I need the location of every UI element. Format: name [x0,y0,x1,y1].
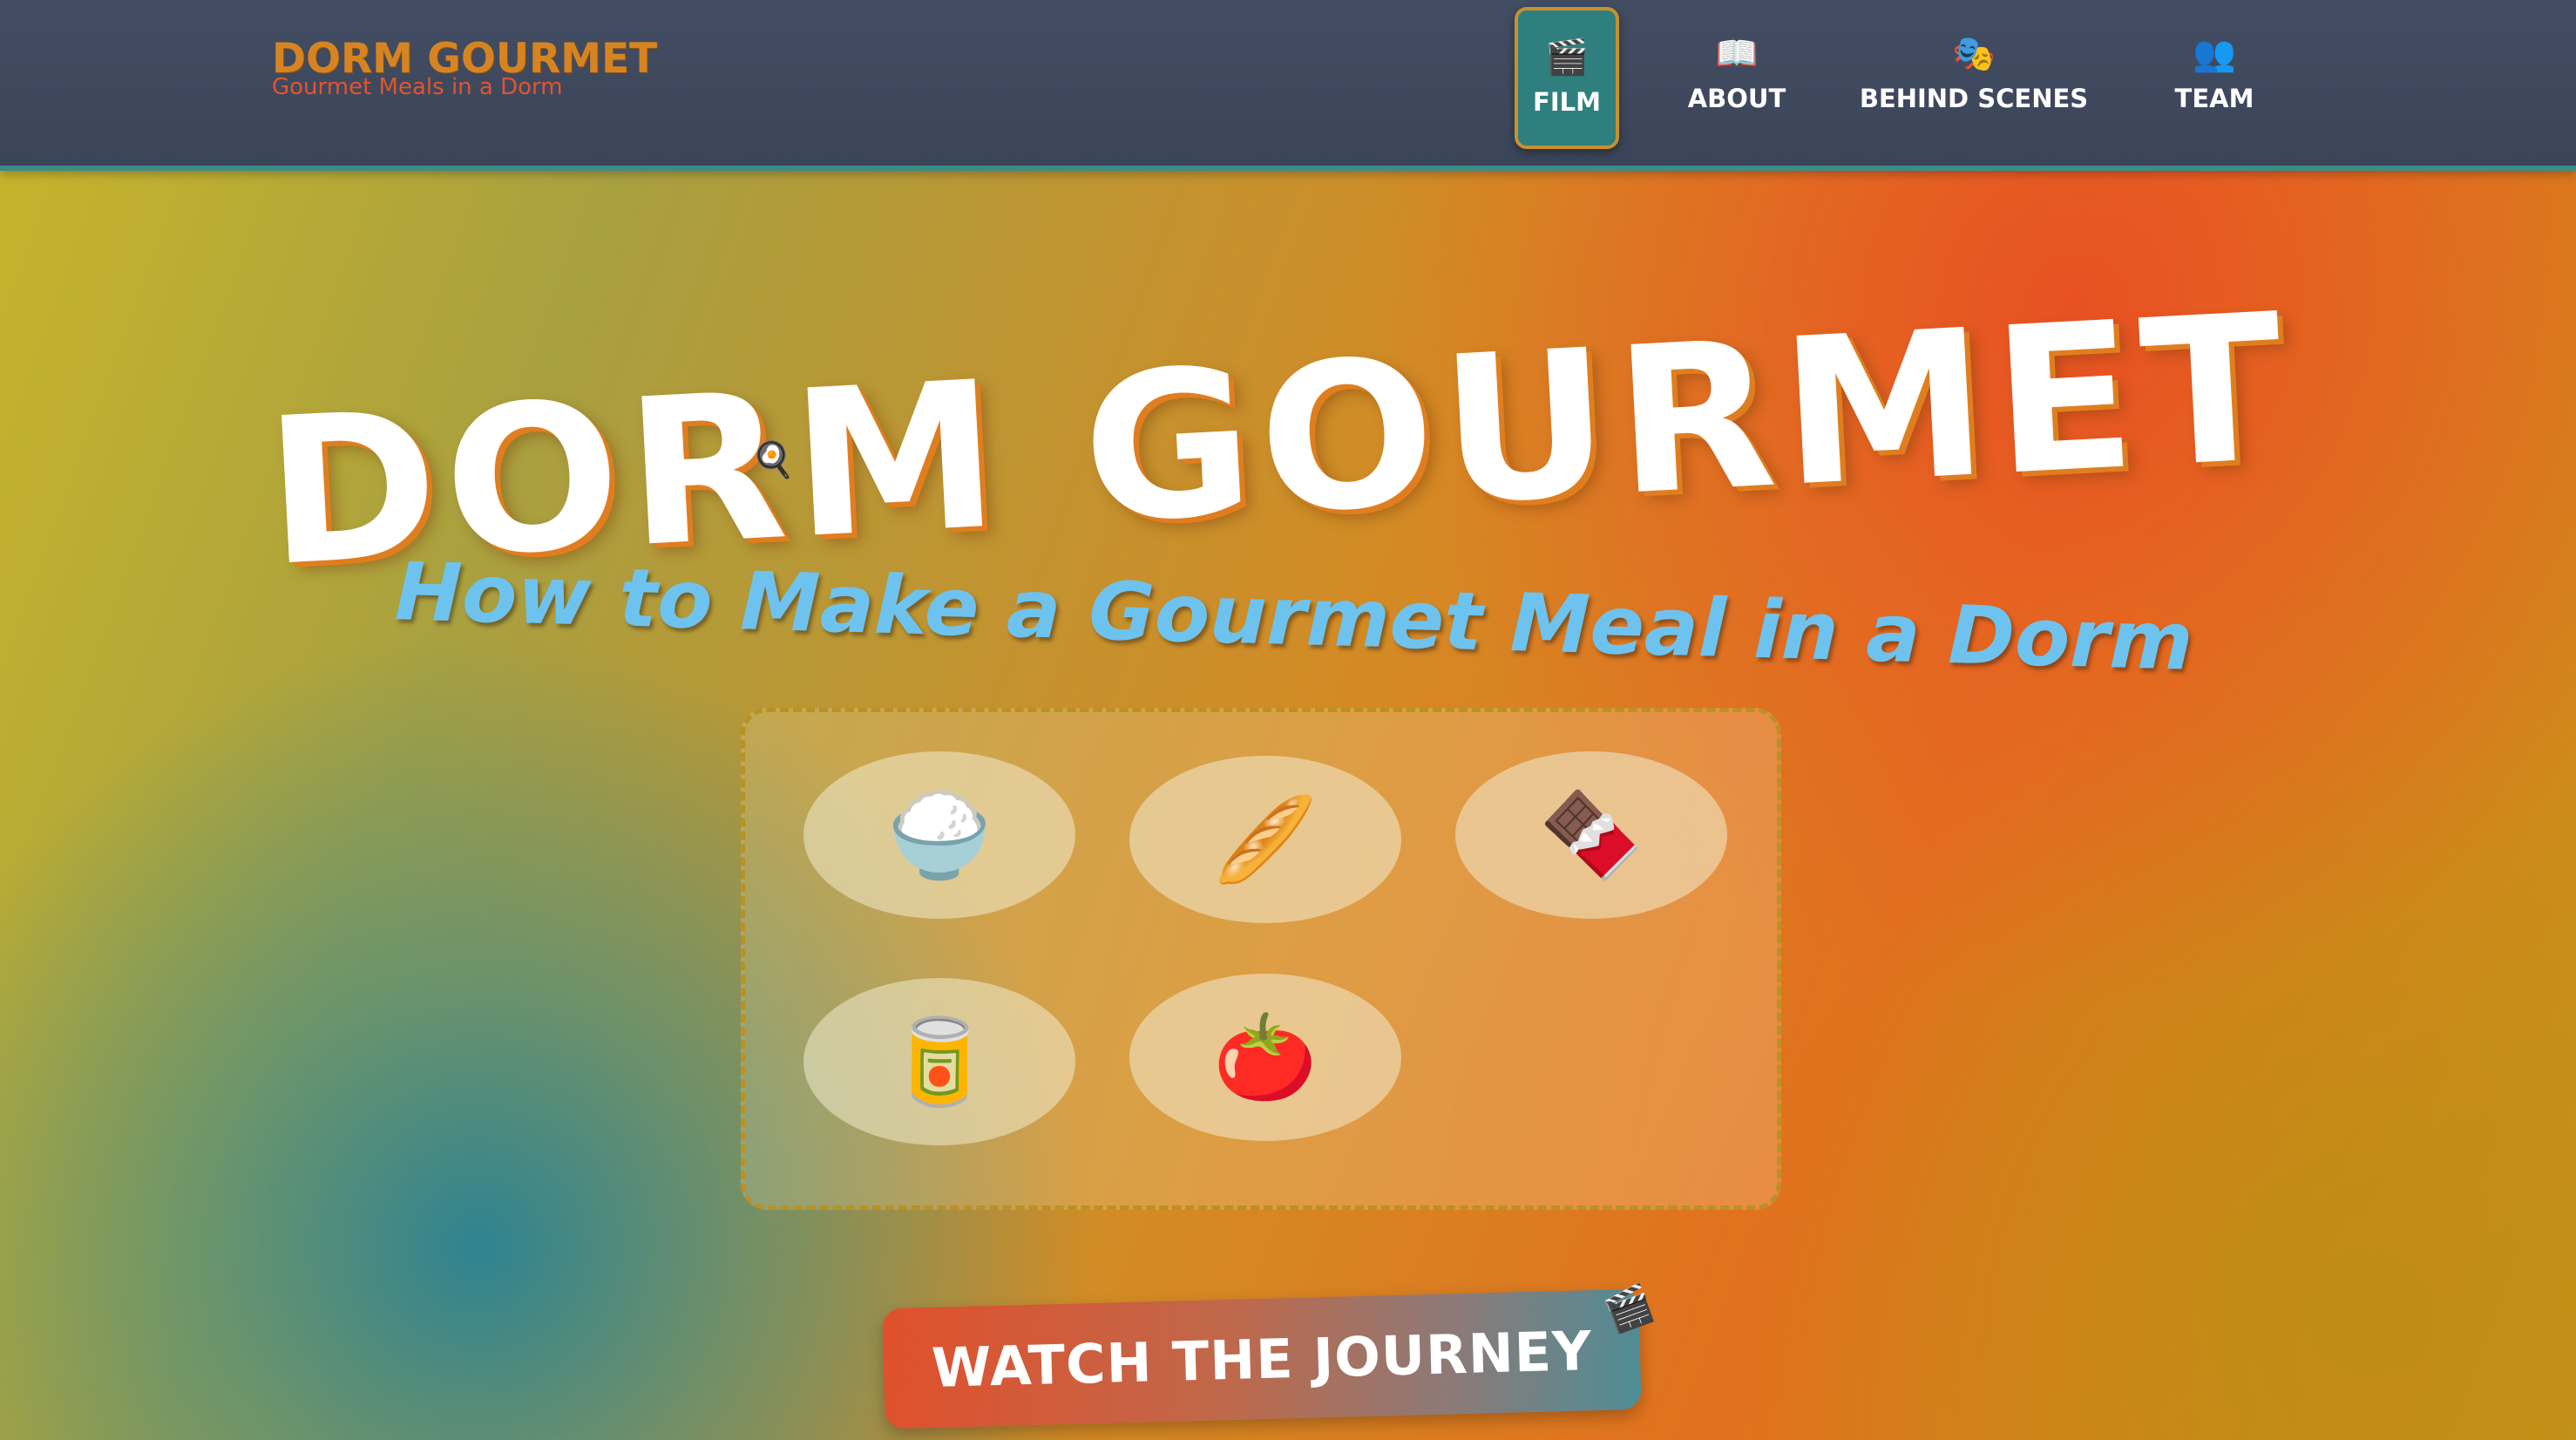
open-book-icon: 📖 [1715,33,1759,74]
ingredient-canned-food[interactable]: 🥫 [803,978,1075,1145]
page: DORM GOURMET Gourmet Meals in a Dorm 🎬 F… [0,0,2576,1440]
nav-behind-scenes-label: BEHIND SCENES [1859,83,2089,113]
clapperboard-icon: 🎬 [1545,37,1589,78]
nav-film[interactable]: 🎬 FILM [1515,7,1619,149]
ingredient-rice[interactable]: 🍚 [803,751,1075,919]
logo-title: DORM GOURMET [272,35,658,83]
nav-team[interactable]: 👥 TEAM [2149,7,2280,142]
nav-film-label: FILM [1533,86,1601,117]
ingredient-chocolate[interactable]: 🍫 [1455,751,1727,919]
nav-about[interactable]: 📖 ABOUT [1671,7,1802,142]
canned-food-icon: 🥫 [887,1013,992,1111]
theater-masks-icon: 🎭 [1952,33,1996,74]
site-header: DORM GOURMET Gourmet Meals in a Dorm 🎬 F… [0,0,2576,171]
frying-pan-icon: 🍳 [751,440,795,480]
ingredient-box: 🍚 🥖 🍫 🥫 🍅 [741,708,1781,1210]
site-logo[interactable]: DORM GOURMET Gourmet Meals in a Dorm [272,38,657,98]
watch-journey-button[interactable]: WATCH THE JOURNEY [882,1288,1642,1430]
nav-behind-scenes[interactable]: 🎭 BEHIND SCENES [1856,7,2091,142]
nav-team-label: TEAM [2174,83,2254,113]
people-icon: 👥 [2193,33,2236,74]
tomato-icon: 🍅 [1213,1009,1318,1106]
chocolate-bar-icon: 🍫 [1539,786,1644,884]
baguette-icon: 🥖 [1213,791,1318,888]
ingredient-bread[interactable]: 🥖 [1129,756,1401,923]
rice-bowl-icon: 🍚 [887,786,992,884]
nav-about-label: ABOUT [1687,83,1786,113]
hero-subtitle: How to Make a Gourmet Meal in a Dorm [393,545,2194,689]
ingredient-tomato[interactable]: 🍅 [1129,974,1401,1141]
hero-title-text: DORM GOURMET [260,270,2295,612]
